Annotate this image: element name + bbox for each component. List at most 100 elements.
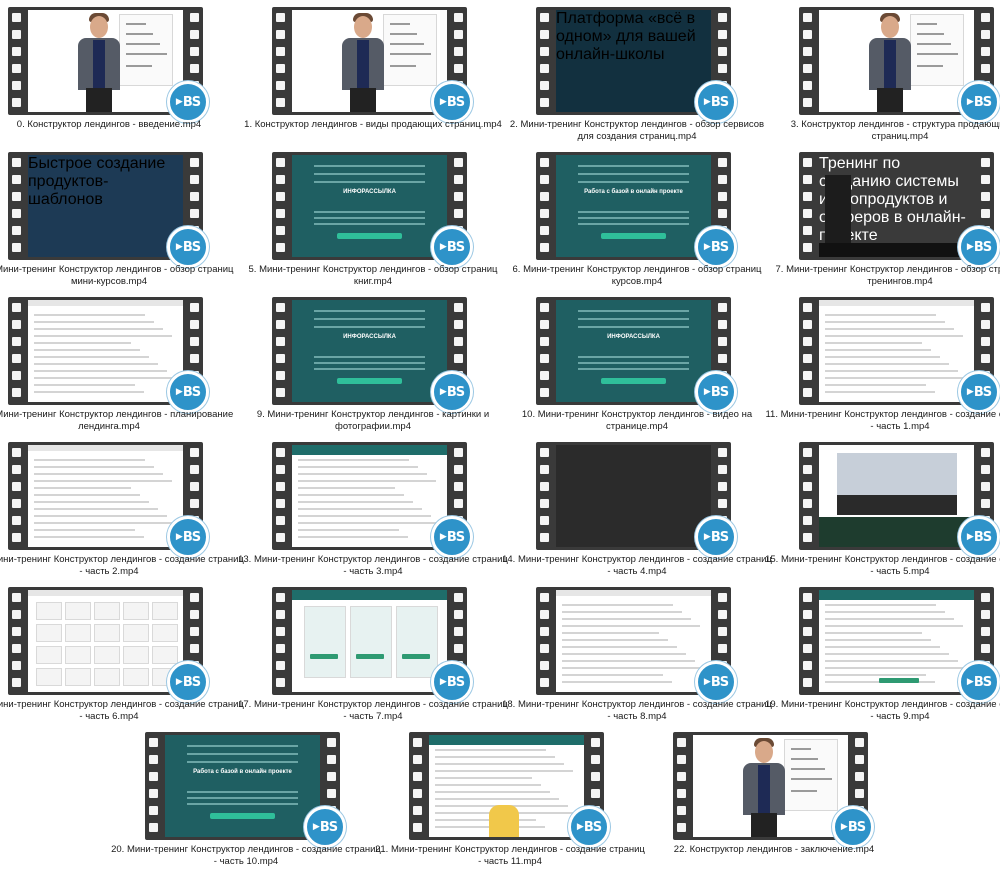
player-logo-icon: ▶ BS bbox=[431, 661, 473, 703]
video-file-item[interactable]: Работа с базой в онлайн проекте ▶ BS 6. Мин… bbox=[513, 148, 761, 293]
video-file-item[interactable]: ИНФОРАССЫЛКА ▶ BS 10. Мини-тренинг Конструк… bbox=[522, 293, 752, 438]
video-file-item[interactable]: ▶ BS 0. Конструктор лендингов - введение.m… bbox=[4, 3, 224, 148]
video-thumbnail bbox=[819, 300, 974, 402]
film-perforation bbox=[8, 7, 25, 115]
video-thumbnail bbox=[292, 10, 447, 112]
thumbnail-headline: Работа с базой в онлайн проекте bbox=[584, 189, 683, 195]
film-perforation bbox=[536, 297, 553, 405]
video-file-item[interactable]: ▶ BS 22. Конструктор лендингов - заключени… bbox=[669, 728, 889, 873]
player-logo-icon: ▶ BS bbox=[695, 226, 737, 268]
player-logo-label: BS bbox=[446, 384, 465, 400]
file-name-label: 1. Конструктор лендингов - виды продающи… bbox=[244, 119, 502, 130]
film-perforation bbox=[8, 297, 25, 405]
video-file-item[interactable]: ▶ BS 14. Мини-тренинг Конструктор лендинго… bbox=[502, 438, 772, 583]
video-file-item[interactable]: Быстрое создание продуктов-шаблонов ▶ BS 4.… bbox=[0, 148, 233, 293]
film-perforation bbox=[799, 587, 816, 695]
player-logo-icon: ▶ BS bbox=[431, 516, 473, 558]
video-file-item[interactable]: ▶ BS 19. Мини-тренинг Конструктор лендинго… bbox=[765, 583, 1000, 728]
player-logo-label: BS bbox=[446, 529, 465, 545]
video-thumbnail: Платформа «всё в одном» для вашей онлайн… bbox=[556, 10, 711, 112]
video-file-item[interactable]: ИНФОРАССЫЛКА ▶ BS 9. Мини-тренинг Конструкт… bbox=[257, 293, 489, 438]
video-thumbnail bbox=[28, 445, 183, 547]
player-logo-label: BS bbox=[847, 819, 866, 835]
video-file-item[interactable]: ▶ BS 8. Мини-тренинг Конструктор лендингов… bbox=[0, 293, 233, 438]
video-thumbnail: ИНФОРАССЫЛКА bbox=[292, 155, 447, 257]
film-perforation bbox=[799, 152, 816, 260]
player-logo-label: BS bbox=[973, 384, 992, 400]
player-logo-icon: ▶ BS bbox=[167, 226, 209, 268]
player-logo-icon: ▶ BS bbox=[431, 226, 473, 268]
video-file-item[interactable]: ▶ BS 16. Мини-тренинг Конструктор лендинго… bbox=[0, 583, 244, 728]
file-name-label: 21. Мини-тренинг Конструктор лендингов -… bbox=[375, 844, 645, 867]
file-name-label: 7. Мини-тренинг Конструктор лендингов - … bbox=[775, 264, 1000, 287]
video-thumbnail bbox=[819, 10, 974, 112]
video-file-item[interactable]: ▶ BS 15. Мини-тренинг Конструктор лендинго… bbox=[765, 438, 1000, 583]
player-logo-label: BS bbox=[182, 529, 201, 545]
video-thumbnail: Тренинг по созданию системы инфопродукто… bbox=[819, 155, 974, 257]
player-logo-label: BS bbox=[182, 94, 201, 110]
video-file-item[interactable]: ▶ BS 3. Конструктор лендингов - структура … bbox=[791, 3, 1000, 148]
player-logo-icon: ▶ BS bbox=[958, 516, 1000, 558]
player-logo-icon: ▶ BS bbox=[431, 81, 473, 123]
video-file-item[interactable]: ИНФОРАССЫЛКА ▶ BS 5. Мини-тренинг Конструкт… bbox=[249, 148, 497, 293]
player-logo-icon: ▶ BS bbox=[167, 81, 209, 123]
video-thumbnail bbox=[556, 590, 711, 692]
video-thumbnail bbox=[819, 445, 974, 547]
film-perforation bbox=[272, 442, 289, 550]
player-logo-label: BS bbox=[710, 94, 729, 110]
thumbnail-headline: ИНФОРАССЫЛКА bbox=[343, 334, 396, 340]
player-logo-label: BS bbox=[446, 674, 465, 690]
player-logo-icon: ▶ BS bbox=[167, 516, 209, 558]
file-name-label: 6. Мини-тренинг Конструктор лендингов - … bbox=[512, 264, 762, 287]
film-perforation bbox=[8, 152, 25, 260]
player-logo-icon: ▶ BS bbox=[832, 806, 874, 848]
film-perforation bbox=[272, 152, 289, 260]
file-name-label: 20. Мини-тренинг Конструктор лендингов -… bbox=[111, 844, 381, 867]
file-name-label: 16. Мини-тренинг Конструктор лендингов -… bbox=[0, 699, 244, 722]
video-file-item[interactable]: ▶ BS 11. Мини-тренинг Конструктор лендинго… bbox=[765, 293, 1000, 438]
player-logo-label: BS bbox=[182, 384, 201, 400]
video-file-item[interactable]: ▶ BS 13. Мини-тренинг Конструктор лендинго… bbox=[238, 438, 508, 583]
film-perforation bbox=[145, 732, 162, 840]
video-file-item[interactable]: Работа с базой в онлайн проекте ▶ BS 20. Ми… bbox=[111, 728, 381, 873]
player-logo-label: BS bbox=[710, 674, 729, 690]
video-file-item[interactable]: Тренинг по созданию системы инфопродукто… bbox=[776, 148, 1000, 293]
film-perforation bbox=[272, 297, 289, 405]
film-perforation bbox=[536, 442, 553, 550]
film-perforation bbox=[536, 152, 553, 260]
video-thumbnail bbox=[429, 735, 584, 837]
file-name-label: 11. Мини-тренинг Конструктор лендингов -… bbox=[765, 409, 1000, 432]
film-perforation bbox=[536, 7, 553, 115]
player-logo-icon: ▶ BS bbox=[431, 371, 473, 413]
player-logo-label: BS bbox=[710, 384, 729, 400]
thumbnail-headline: Работа с базой в онлайн проекте bbox=[193, 769, 292, 775]
video-thumbnail bbox=[819, 590, 974, 692]
film-perforation bbox=[272, 587, 289, 695]
video-file-item[interactable]: ▶ BS 12. Мини-тренинг Конструктор лендинго… bbox=[0, 438, 244, 583]
film-perforation bbox=[799, 442, 816, 550]
video-thumbnail bbox=[292, 590, 447, 692]
file-name-label: 14. Мини-тренинг Конструктор лендингов -… bbox=[502, 554, 772, 577]
video-file-item[interactable]: ▶ BS 1. Конструктор лендингов - виды прода… bbox=[244, 3, 502, 148]
video-file-item[interactable]: Платформа «всё в одном» для вашей онлайн… bbox=[510, 3, 764, 148]
thumbnail-headline: ИНФОРАССЫЛКА bbox=[343, 189, 396, 195]
whiteboard bbox=[119, 14, 173, 86]
player-logo-icon: ▶ BS bbox=[167, 371, 209, 413]
video-thumbnail: Работа с базой в онлайн проекте bbox=[556, 155, 711, 257]
thumbnail-headline: Платформа «всё в одном» для вашей онлайн… bbox=[556, 10, 696, 63]
film-perforation bbox=[799, 297, 816, 405]
player-logo-icon: ▶ BS bbox=[695, 661, 737, 703]
player-logo-label: BS bbox=[710, 529, 729, 545]
player-logo-label: BS bbox=[973, 239, 992, 255]
file-name-label: 9. Мини-тренинг Конструктор лендингов - … bbox=[256, 409, 490, 432]
file-name-label: 3. Конструктор лендингов - структура про… bbox=[790, 119, 1000, 142]
film-perforation bbox=[8, 442, 25, 550]
video-file-item[interactable]: ▶ BS 17. Мини-тренинг Конструктор лендинго… bbox=[238, 583, 508, 728]
file-name-label: 10. Мини-тренинг Конструктор лендингов -… bbox=[521, 409, 753, 432]
player-logo-label: BS bbox=[710, 239, 729, 255]
video-file-item[interactable]: ▶ BS 21. Мини-тренинг Конструктор лендинго… bbox=[375, 728, 645, 873]
file-name-label: 13. Мини-тренинг Конструктор лендингов -… bbox=[238, 554, 508, 577]
video-file-item[interactable]: ▶ BS 18. Мини-тренинг Конструктор лендинго… bbox=[502, 583, 772, 728]
video-thumbnail: ИНФОРАССЫЛКА bbox=[292, 300, 447, 402]
video-thumbnail bbox=[693, 735, 848, 837]
